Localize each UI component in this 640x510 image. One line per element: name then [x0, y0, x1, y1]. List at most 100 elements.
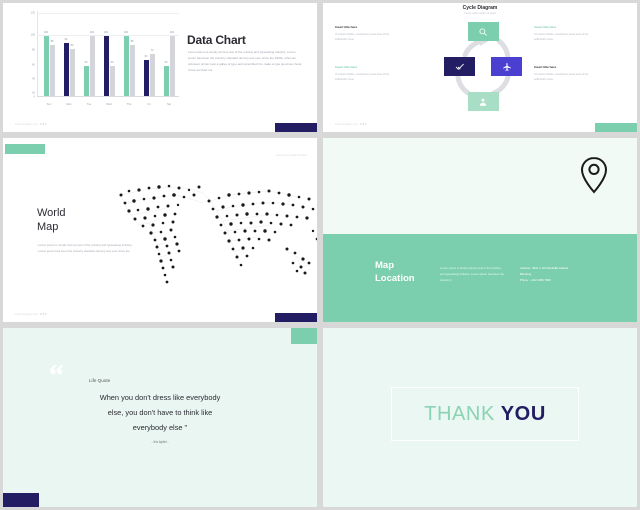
slide-cell-2: Cycle Diagram Lorem ipsum dolor sit amet: [320, 0, 640, 135]
airplane-icon: [502, 62, 511, 71]
cycle-item-body: Ut mauris blabro, vestibulum porta ante …: [335, 32, 390, 42]
slide-title-line2: Map: [37, 221, 59, 234]
x-tick-label: Mon: [66, 103, 72, 106]
bar-grey: 85: [49, 40, 55, 96]
slide-title-line2: Location: [375, 272, 415, 284]
slide-life-quote[interactable]: “ Life Quote When you don't dress like e…: [3, 328, 317, 507]
map-pin-icon: [580, 156, 608, 194]
x-tick-label: Sun: [46, 103, 52, 106]
quote-line-1: When you don't dress like everybody: [99, 393, 221, 402]
cycle-node-person[interactable]: [467, 92, 499, 111]
bar-mint: 100: [43, 31, 49, 96]
bar-value: 100: [43, 31, 49, 35]
accent-block-navy: [275, 313, 317, 322]
bar-group: 90 80: [63, 13, 75, 96]
bar-grey: 85: [129, 40, 135, 96]
y-tick-label: 60: [32, 63, 35, 67]
check-icon: [455, 63, 464, 70]
cycle-node-search[interactable]: [467, 22, 499, 41]
slide-footer: www.company.com # # #: [335, 123, 366, 126]
slide-cell-1: 120 100 80 60 40 20 0 100 85 90 80 50 10…: [0, 0, 320, 135]
x-tick-label: Fri: [147, 103, 151, 106]
bar-group: 60 70: [143, 13, 155, 96]
bar-group: 50 100: [163, 13, 175, 96]
bar-mint: 50: [83, 61, 89, 96]
slide-body-text: Lorem ipsum is simply dummy text of the …: [440, 266, 505, 282]
quote-line-3: everybody else ": [132, 423, 188, 433]
cycle-node-check[interactable]: [444, 57, 475, 76]
address-line-3: Phone : +012 3456 7890: [520, 277, 551, 282]
bar-value: 80: [70, 43, 74, 47]
accent-block-navy: [3, 493, 39, 507]
person-icon: [479, 98, 487, 106]
bar-navy: 100: [103, 31, 109, 96]
slide-cell-3: Lorem Ipsum Dolor Sit Amet World Map Lor…: [0, 135, 320, 325]
thank-you-word-1: THANK: [424, 402, 495, 425]
chart-bars: 100 85 90 80 50 100 100 50 100 85 60 70 …: [39, 13, 179, 96]
cycle-item-title: Insert title here: [335, 25, 358, 29]
bar-grey: 50: [109, 61, 115, 96]
bar-value: 70: [150, 48, 154, 52]
slide-deck: 120 100 80 60 40 20 0 100 85 90 80 50 10…: [0, 0, 640, 510]
bar-navy: 90: [63, 38, 69, 96]
y-tick-label: 20: [32, 91, 35, 95]
accent-block-mint: [5, 144, 45, 154]
slide-data-chart[interactable]: 120 100 80 60 40 20 0 100 85 90 80 50 10…: [3, 3, 317, 132]
cycle-diagram: [444, 19, 522, 115]
bar-chart: 120 100 80 60 40 20 0 100 85 90 80 50 10…: [21, 9, 181, 109]
thank-you-word-2: YOU: [494, 402, 546, 425]
slide-body-text: Lorem ipsum is simply dummy text of the …: [188, 50, 303, 73]
chart-y-axis: [37, 11, 38, 97]
thank-you-text: THANK YOU: [424, 403, 546, 426]
x-tick-label: Wed: [106, 103, 112, 106]
cycle-text-top-left: Insert title here Ut mauris blabro, vest…: [335, 25, 399, 43]
chart-x-labels: Sun Mon Tue Wed Thu Fri Sat: [39, 103, 179, 106]
bar-value: 85: [130, 40, 134, 44]
footer-url: www.company.com: [15, 313, 39, 316]
slide-title: World Map: [37, 206, 66, 234]
bar-value: 100: [103, 31, 109, 35]
cycle-text-bottom-left: Insert title here Ut mauris blabro, vest…: [335, 65, 399, 83]
address-block: Address : Blok C 10 Pasirkaliki Jakarta …: [520, 266, 586, 284]
y-tick-label: 100: [30, 33, 35, 37]
x-tick-label: Thu: [126, 103, 132, 106]
y-tick-label: 40: [32, 77, 35, 81]
slide-world-map[interactable]: Lorem Ipsum Dolor Sit Amet World Map Lor…: [3, 138, 317, 322]
cycle-item-body: Ut mauris blabro, vestibulum porta ante …: [534, 72, 589, 82]
footer-url: www.company.com: [335, 123, 359, 126]
bar-mint: 100: [123, 31, 129, 96]
slide-footer: www.company.com # # #: [15, 313, 46, 316]
bar-value: 60: [144, 55, 148, 59]
slide-title-line1: Map: [375, 260, 394, 271]
cycle-text-top-right: Insert title here Ut mauris blabro, vest…: [534, 25, 598, 43]
cycle-node-airplane[interactable]: [491, 57, 522, 76]
slide-map-location[interactable]: Map Location Lorem ipsum is simply dummy…: [323, 138, 637, 322]
cycle-item-title: Insert title here: [335, 65, 358, 69]
y-tick-label: 80: [32, 48, 35, 52]
world-map-dots: [119, 184, 317, 284]
bar-grey: 80: [69, 44, 75, 96]
slide-thank-you[interactable]: THANK YOU: [323, 328, 637, 507]
bar-grey: 70: [149, 49, 155, 96]
footer-url: www.company.com: [15, 123, 39, 126]
footer-page: # # #: [40, 123, 47, 126]
slide-subheading: Lorem ipsum dolor sit amet: [464, 12, 496, 15]
bar-value: 50: [84, 61, 88, 65]
slide-cycle-diagram[interactable]: Cycle Diagram Lorem ipsum dolor sit amet: [323, 3, 637, 132]
bar-value: 50: [164, 61, 168, 65]
slide-title: Map Location: [375, 260, 415, 286]
accent-block-mint: [595, 123, 637, 132]
bar-value: 85: [50, 40, 54, 44]
y-tick-label: 120: [30, 11, 35, 15]
bar-value: 90: [64, 37, 68, 41]
slide-footer: www.company.com # # #: [15, 123, 46, 126]
bar-value: 100: [169, 31, 175, 35]
quote-label: Life Quote: [89, 378, 111, 383]
bar-group: 50 100: [83, 13, 95, 96]
bar-group: 100 85: [43, 13, 55, 96]
quote-author: - Iris Apfel -: [151, 440, 169, 444]
quote-mark-icon: “: [49, 359, 64, 392]
cycle-item-body: Ut mauris blabro, vestibulum porta ante …: [534, 32, 589, 42]
slide-cell-4: Map Location Lorem ipsum is simply dummy…: [320, 135, 640, 325]
quote-text: When you don't dress like everybody else…: [17, 390, 303, 436]
